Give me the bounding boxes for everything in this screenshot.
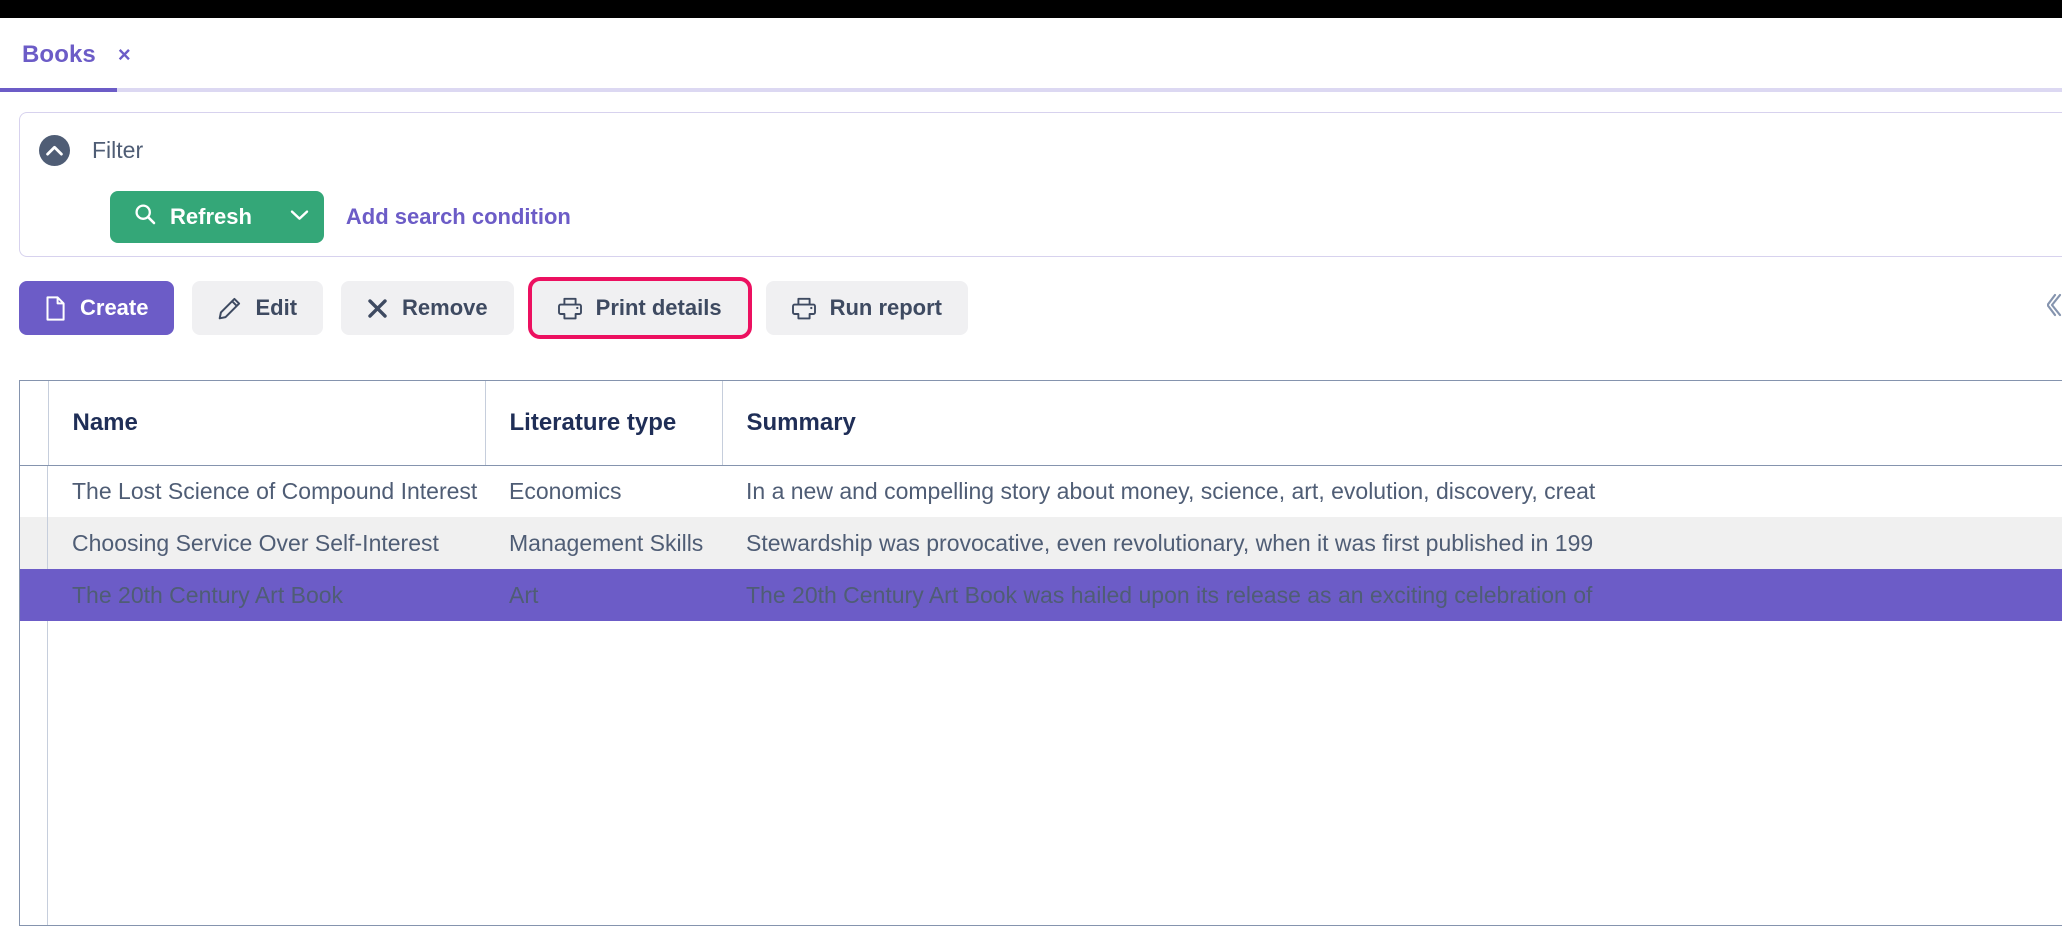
column-header-select[interactable] xyxy=(20,381,49,466)
table-body: The Lost Science of Compound Interest Ec… xyxy=(20,465,2062,925)
cell-literature-type: Management Skills xyxy=(485,517,722,569)
books-data-grid[interactable]: Name Literature type Summary The Lost Sc… xyxy=(19,380,2062,926)
refresh-button-main[interactable]: Refresh xyxy=(110,191,276,243)
cell-summary: The 20th Century Art Book was hailed upo… xyxy=(722,569,2062,621)
filler-cell xyxy=(48,621,2062,925)
table-empty-filler-row xyxy=(20,621,2062,925)
column-header-name[interactable]: Name xyxy=(48,381,486,466)
table-row-selected[interactable]: The 20th Century Art Book Art The 20th C… xyxy=(20,569,2062,621)
run-report-button-label: Run report xyxy=(829,295,943,320)
edit-button-label: Edit xyxy=(255,295,298,320)
cell-summary: Stewardship was provocative, even revolu… xyxy=(722,517,2062,569)
printer-icon xyxy=(791,297,816,320)
chevron-up-circle-icon[interactable] xyxy=(39,135,70,166)
side-panel-collapse-handle[interactable] xyxy=(2044,290,2062,324)
edit-button[interactable]: Edit xyxy=(192,281,324,335)
row-select-cell[interactable] xyxy=(20,517,48,569)
cell-literature-type: Art xyxy=(485,569,722,621)
refresh-dropdown-toggle[interactable] xyxy=(276,191,324,243)
system-title-bar xyxy=(0,0,2062,18)
remove-button-label: Remove xyxy=(402,295,488,320)
row-select-cell[interactable] xyxy=(20,569,48,621)
cross-icon xyxy=(367,298,388,319)
refresh-button[interactable]: Refresh xyxy=(110,191,324,243)
cell-literature-type: Economics xyxy=(485,465,722,517)
filter-panel: Filter Refresh Add search condition xyxy=(19,112,2062,257)
refresh-button-label: Refresh xyxy=(170,204,252,229)
chevron-double-left-icon xyxy=(2046,292,2062,323)
create-button-label: Create xyxy=(80,295,149,320)
add-search-condition-link[interactable]: Add search condition xyxy=(346,204,571,230)
cell-summary: In a new and compelling story about mone… xyxy=(722,465,2062,517)
filter-title: Filter xyxy=(92,137,144,163)
filter-header: Filter xyxy=(20,113,143,166)
table-row[interactable]: The Lost Science of Compound Interest Ec… xyxy=(20,465,2062,517)
tab-books[interactable]: Books × xyxy=(0,18,159,92)
cell-name: The 20th Century Art Book xyxy=(48,569,485,621)
cell-name: The Lost Science of Compound Interest xyxy=(48,465,485,517)
filter-controls: Refresh Add search condition xyxy=(110,191,571,243)
tab-close-icon[interactable]: × xyxy=(118,44,131,66)
create-button[interactable]: Create xyxy=(19,281,175,335)
table-header: Name Literature type Summary xyxy=(20,381,2062,466)
pencil-icon xyxy=(218,297,241,320)
printer-icon xyxy=(557,297,582,320)
print-details-button[interactable]: Print details xyxy=(527,277,752,339)
books-table: Name Literature type Summary The Lost Sc… xyxy=(20,381,2062,925)
row-select-cell[interactable] xyxy=(20,465,48,517)
tab-strip: Books × xyxy=(0,18,2062,92)
column-header-literature-type[interactable]: Literature type xyxy=(485,381,723,466)
cell-name: Choosing Service Over Self-Interest xyxy=(48,517,485,569)
column-header-summary[interactable]: Summary xyxy=(722,381,2062,466)
search-icon xyxy=(134,203,156,231)
chevron-down-icon xyxy=(290,208,309,226)
remove-button[interactable]: Remove xyxy=(341,281,514,335)
file-icon xyxy=(45,295,66,321)
table-header-row: Name Literature type Summary xyxy=(20,381,2062,466)
work-area: Filter Refresh Add search condition Crea… xyxy=(0,92,2062,944)
filler-select-cell xyxy=(20,621,48,925)
print-details-button-label: Print details xyxy=(595,295,722,320)
table-row[interactable]: Choosing Service Over Self-Interest Mana… xyxy=(20,517,2062,569)
run-report-button[interactable]: Run report xyxy=(765,281,969,335)
action-button-bar: Create Edit Remove Print details Run rep… xyxy=(19,277,969,339)
tab-books-label: Books xyxy=(22,41,96,68)
